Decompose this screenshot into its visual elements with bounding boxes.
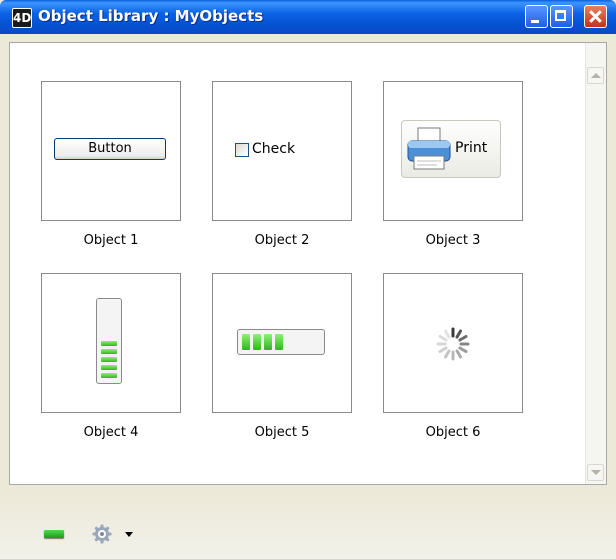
chevron-down-icon[interactable] <box>125 532 133 537</box>
progress-segment <box>101 349 117 354</box>
object-label-2: Object 2 <box>254 233 310 248</box>
object-tile-3[interactable]: Print <box>383 81 523 221</box>
object-tile-4[interactable] <box>41 273 181 413</box>
minus-icon[interactable] <box>44 530 64 538</box>
object-label-3: Object 3 <box>425 233 481 248</box>
progress-segment <box>101 357 117 362</box>
object-label-6: Object 6 <box>425 425 481 440</box>
object-label-4: Object 4 <box>83 425 139 440</box>
minimize-button[interactable] <box>525 5 548 28</box>
progress-segment <box>264 334 272 350</box>
title-bar[interactable]: 4D Object Library : MyObjects <box>0 0 616 34</box>
progress-segment <box>253 334 261 350</box>
progress-segment <box>101 373 117 378</box>
gear-icon[interactable] <box>92 524 112 544</box>
object-label-5: Object 5 <box>254 425 310 440</box>
app-4d-icon: 4D <box>12 8 32 28</box>
object-library-content: Button Object 1 Check Object 2 Print Obj… <box>9 42 607 485</box>
object-tile-2[interactable]: Check <box>212 81 352 221</box>
vertical-scrollbar[interactable] <box>585 43 606 484</box>
spinner-icon <box>436 327 470 361</box>
checkbox-preview-label: Check <box>252 141 296 157</box>
scroll-down-button[interactable] <box>587 464 604 481</box>
checkbox-preview <box>235 143 249 157</box>
vertical-progress-preview <box>96 298 122 384</box>
print-button-preview: Print <box>401 120 501 178</box>
printer-icon <box>407 127 451 170</box>
progress-segment <box>242 334 250 350</box>
maximize-button[interactable] <box>550 5 573 28</box>
object-library-window: 4D Object Library : MyObjects Button Obj… <box>0 0 616 559</box>
scroll-up-button[interactable] <box>587 67 604 84</box>
button-preview: Button <box>54 138 166 160</box>
object-tile-1[interactable]: Button <box>41 81 181 221</box>
progress-segment <box>101 365 117 370</box>
print-button-label: Print <box>455 140 488 156</box>
app-icon-glyph: 4D <box>13 11 32 25</box>
progress-segment <box>275 334 283 350</box>
object-label-1: Object 1 <box>83 233 139 248</box>
close-button[interactable] <box>584 5 607 28</box>
progress-segment <box>101 341 117 346</box>
window-title: Object Library : MyObjects <box>38 7 264 25</box>
horizontal-progress-preview <box>237 329 325 355</box>
object-tile-5[interactable] <box>212 273 352 413</box>
object-tile-6[interactable] <box>383 273 523 413</box>
